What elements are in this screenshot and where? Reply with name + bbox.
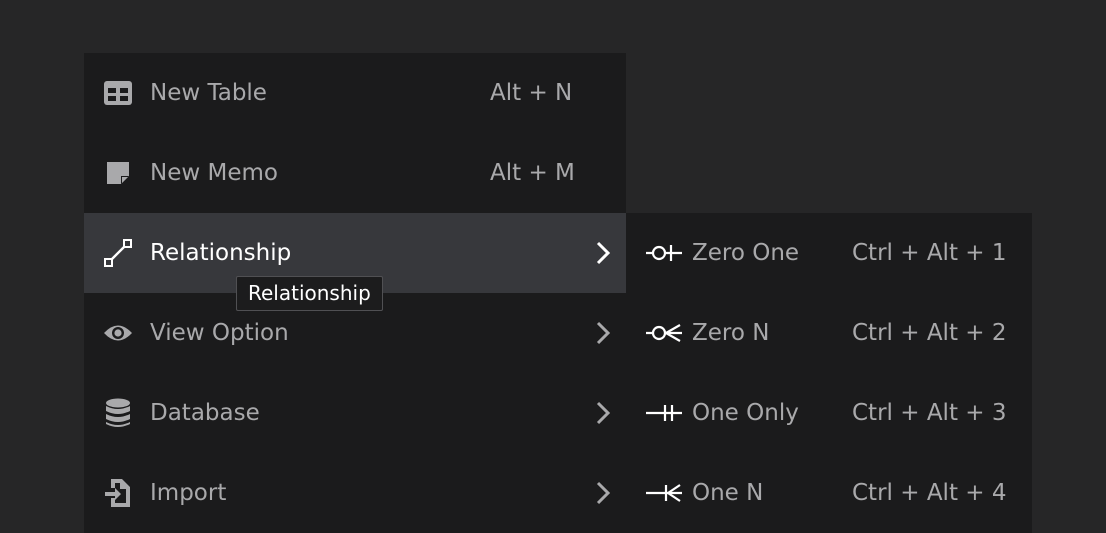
submenu-item-label: Zero One xyxy=(692,240,800,266)
submenu-item-shortcut: Ctrl + Alt + 2 xyxy=(852,320,1007,346)
chevron-right-icon xyxy=(594,400,612,426)
chevron-right-icon xyxy=(594,240,612,266)
menu-item-label: Import xyxy=(150,480,227,506)
menu-item-import[interactable]: Import xyxy=(84,453,626,533)
chevron-right-icon xyxy=(594,320,612,346)
relationship-submenu: Zero One Ctrl + Alt + 1 Zero N Ctrl + Al… xyxy=(626,213,1032,533)
one-only-icon xyxy=(644,398,684,428)
menu-item-label: Relationship xyxy=(150,240,292,266)
submenu-item-zero-n[interactable]: Zero N Ctrl + Alt + 2 xyxy=(626,293,1032,373)
submenu-item-shortcut: Ctrl + Alt + 4 xyxy=(852,480,1007,506)
menu-item-label: Database xyxy=(150,400,260,426)
zero-n-icon xyxy=(644,318,684,348)
submenu-item-one-n[interactable]: One N Ctrl + Alt + 4 xyxy=(626,453,1032,533)
memo-icon xyxy=(103,158,133,188)
menu-item-database[interactable]: Database xyxy=(84,373,626,453)
menu-item-shortcut: Alt + M xyxy=(490,160,575,186)
submenu-item-shortcut: Ctrl + Alt + 1 xyxy=(852,240,1007,266)
submenu-item-one-only[interactable]: One Only Ctrl + Alt + 3 xyxy=(626,373,1032,453)
zero-one-icon xyxy=(644,238,684,268)
submenu-item-label: Zero N xyxy=(692,320,770,346)
relationship-icon xyxy=(103,238,133,268)
menu-item-label: View Option xyxy=(150,320,289,346)
submenu-item-zero-one[interactable]: Zero One Ctrl + Alt + 1 xyxy=(626,213,1032,293)
table-icon xyxy=(103,78,133,108)
menu-item-label: New Memo xyxy=(150,160,278,186)
tooltip: Relationship xyxy=(236,276,383,311)
menu-item-new-table[interactable]: New Table Alt + N xyxy=(84,53,626,133)
import-icon xyxy=(103,478,133,508)
menu-item-new-memo[interactable]: New Memo Alt + M xyxy=(84,133,626,213)
submenu-item-shortcut: Ctrl + Alt + 3 xyxy=(852,400,1007,426)
one-n-icon xyxy=(644,478,684,508)
database-icon xyxy=(103,398,133,428)
menu-item-shortcut: Alt + N xyxy=(490,80,573,106)
menu-item-label: New Table xyxy=(150,80,267,106)
submenu-item-label: One Only xyxy=(692,400,799,426)
submenu-item-label: One N xyxy=(692,480,764,506)
chevron-right-icon xyxy=(594,480,612,506)
eye-icon xyxy=(103,318,133,348)
